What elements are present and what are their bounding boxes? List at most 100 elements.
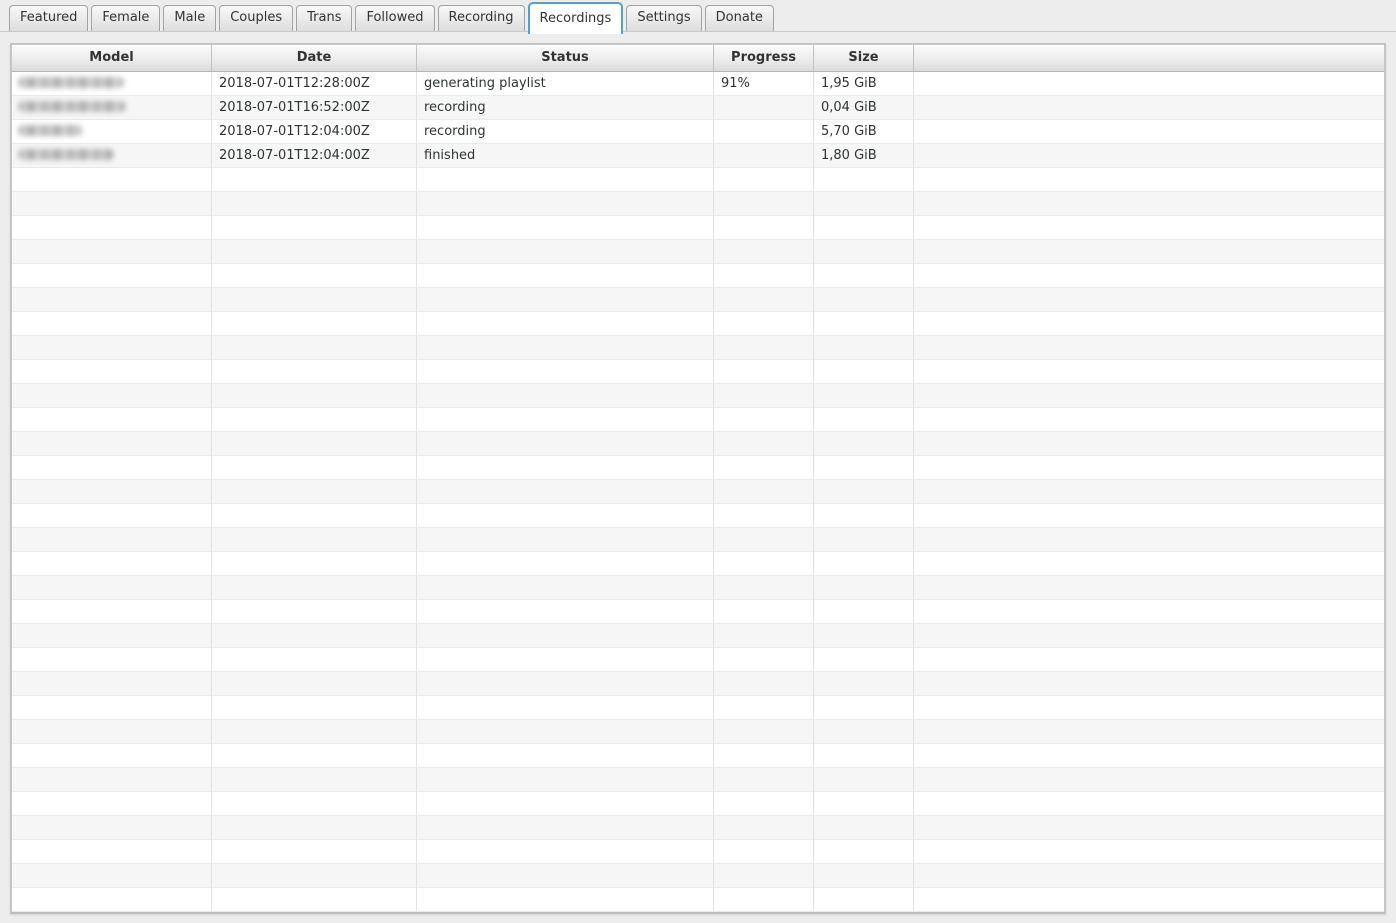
table-row-empty[interactable] xyxy=(12,288,1384,312)
table-row-empty[interactable] xyxy=(12,576,1384,600)
table-row-empty[interactable] xyxy=(12,792,1384,816)
column-header-date[interactable]: Date xyxy=(212,45,417,72)
cell-date-empty xyxy=(212,720,417,744)
tab-recording[interactable]: Recording xyxy=(438,5,525,31)
cell-size-empty xyxy=(814,816,914,840)
tab-settings[interactable]: Settings xyxy=(626,5,701,31)
table-row-empty[interactable] xyxy=(12,432,1384,456)
cell-model-empty xyxy=(12,624,212,648)
cell-progress-empty xyxy=(714,816,814,840)
cell-size: 0,04 GiB xyxy=(814,96,914,120)
cell-status: generating playlist xyxy=(417,72,714,96)
cell-size: 5,70 GiB xyxy=(814,120,914,144)
tab-trans[interactable]: Trans xyxy=(296,5,352,31)
table-row-empty[interactable] xyxy=(12,312,1384,336)
table-row-empty[interactable] xyxy=(12,696,1384,720)
table-row-empty[interactable] xyxy=(12,672,1384,696)
cell-size-empty xyxy=(814,792,914,816)
column-header-fill[interactable] xyxy=(914,45,1384,72)
cell-date-empty xyxy=(212,168,417,192)
cell-date-empty xyxy=(212,432,417,456)
table-row[interactable]: 2018-07-01T12:28:00Zgenerating playlist9… xyxy=(12,72,1384,96)
column-header-progress[interactable]: Progress xyxy=(714,45,814,72)
cell-model-empty xyxy=(12,864,212,888)
tab-featured[interactable]: Featured xyxy=(9,5,88,31)
cell-progress-empty xyxy=(714,456,814,480)
table-row-empty[interactable] xyxy=(12,168,1384,192)
table-row-empty[interactable] xyxy=(12,384,1384,408)
table-row-empty[interactable] xyxy=(12,264,1384,288)
table-row-empty[interactable] xyxy=(12,864,1384,888)
cell-progress-empty xyxy=(714,504,814,528)
table-row-empty[interactable] xyxy=(12,600,1384,624)
table-row-empty[interactable] xyxy=(12,408,1384,432)
cell-progress-empty xyxy=(714,768,814,792)
tab-followed[interactable]: Followed xyxy=(355,5,434,31)
cell-date-empty xyxy=(212,312,417,336)
cell-fill xyxy=(914,144,1384,168)
cell-progress-empty xyxy=(714,576,814,600)
table-row-empty[interactable] xyxy=(12,552,1384,576)
table-row-empty[interactable] xyxy=(12,768,1384,792)
table-row-empty[interactable] xyxy=(12,240,1384,264)
tab-female[interactable]: Female xyxy=(91,5,160,31)
cell-fill-empty xyxy=(914,168,1384,192)
cell-size: 1,80 GiB xyxy=(814,144,914,168)
cell-model-empty xyxy=(12,432,212,456)
table-row-empty[interactable] xyxy=(12,216,1384,240)
table-row-empty[interactable] xyxy=(12,480,1384,504)
table-row-empty[interactable] xyxy=(12,336,1384,360)
table-row-empty[interactable] xyxy=(12,888,1384,912)
redacted-model-name xyxy=(18,149,114,160)
table-row-empty[interactable] xyxy=(12,816,1384,840)
table-row-empty[interactable] xyxy=(12,744,1384,768)
cell-model-empty xyxy=(12,816,212,840)
cell-status-empty xyxy=(417,504,714,528)
cell-date-empty xyxy=(212,768,417,792)
recordings-table-body: 2018-07-01T12:28:00Zgenerating playlist9… xyxy=(12,72,1384,912)
cell-model xyxy=(12,96,212,120)
table-row-empty[interactable] xyxy=(12,360,1384,384)
table-row-empty[interactable] xyxy=(12,648,1384,672)
cell-size-empty xyxy=(814,600,914,624)
cell-model-empty xyxy=(12,264,212,288)
table-row-empty[interactable] xyxy=(12,456,1384,480)
table-row-empty[interactable] xyxy=(12,624,1384,648)
table-row[interactable]: 2018-07-01T12:04:00Zrecording5,70 GiB xyxy=(12,120,1384,144)
cell-progress-empty xyxy=(714,288,814,312)
cell-progress-empty xyxy=(714,792,814,816)
cell-date-empty xyxy=(212,264,417,288)
column-header-status[interactable]: Status xyxy=(417,45,714,72)
table-row-empty[interactable] xyxy=(12,192,1384,216)
tab-male[interactable]: Male xyxy=(163,5,216,31)
table-row-empty[interactable] xyxy=(12,840,1384,864)
cell-status-empty xyxy=(417,192,714,216)
table-row-empty[interactable] xyxy=(12,528,1384,552)
cell-date-empty xyxy=(212,504,417,528)
cell-size-empty xyxy=(814,408,914,432)
cell-size-empty xyxy=(814,744,914,768)
column-header-size[interactable]: Size xyxy=(814,45,914,72)
tab-bar: FeaturedFemaleMaleCouplesTransFollowedRe… xyxy=(0,0,1396,32)
cell-size-empty xyxy=(814,576,914,600)
cell-model-empty xyxy=(12,792,212,816)
tab-donate[interactable]: Donate xyxy=(705,5,774,31)
table-row-empty[interactable] xyxy=(12,504,1384,528)
column-header-model[interactable]: Model xyxy=(12,45,212,72)
cell-status-empty xyxy=(417,264,714,288)
cell-date-empty xyxy=(212,408,417,432)
cell-status-empty xyxy=(417,888,714,912)
table-row[interactable]: 2018-07-01T16:52:00Zrecording0,04 GiB xyxy=(12,96,1384,120)
table-row[interactable]: 2018-07-01T12:04:00Zfinished1,80 GiB xyxy=(12,144,1384,168)
tab-couples[interactable]: Couples xyxy=(219,5,293,31)
cell-model-empty xyxy=(12,168,212,192)
cell-model xyxy=(12,144,212,168)
cell-date-empty xyxy=(212,360,417,384)
recordings-table: ModelDateStatusProgressSize 2018-07-01T1… xyxy=(10,43,1386,914)
tab-recordings[interactable]: Recordings xyxy=(528,2,624,34)
cell-fill-empty xyxy=(914,408,1384,432)
table-row-empty[interactable] xyxy=(12,720,1384,744)
cell-date-empty xyxy=(212,816,417,840)
cell-date-empty xyxy=(212,624,417,648)
cell-status-empty xyxy=(417,672,714,696)
